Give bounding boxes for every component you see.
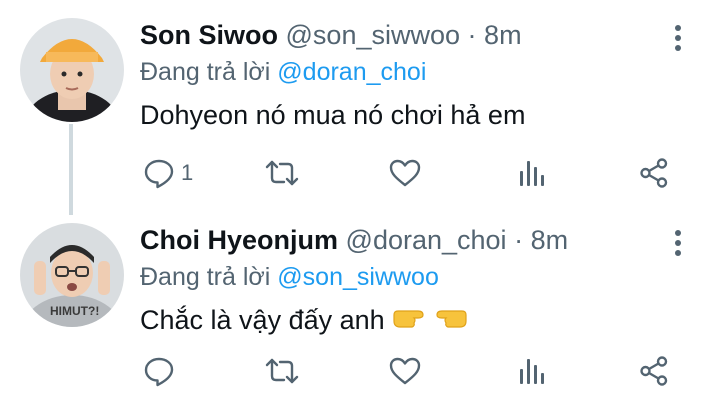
separator-dot: · <box>514 225 524 255</box>
display-name[interactable]: Choi Hyeonjum <box>140 225 338 255</box>
analytics-icon <box>515 355 547 387</box>
avatar[interactable] <box>20 18 124 122</box>
share-icon <box>638 157 670 189</box>
retweet-icon <box>263 157 301 189</box>
like-icon <box>388 157 422 189</box>
display-name[interactable]: Son Siwoo <box>140 20 278 50</box>
reply-context: Đang trả lời @son_siwwoo <box>140 263 439 292</box>
share-icon <box>638 355 670 387</box>
more-options-icon[interactable] <box>668 225 688 265</box>
svg-text:HIMUT?!: HIMUT?! <box>50 304 99 318</box>
analytics-icon <box>515 157 547 189</box>
like-button[interactable] <box>388 155 422 191</box>
reply-count: 1 <box>181 160 194 185</box>
tweet-header: Son Siwoo @son_siwwoo · 8m <box>140 20 522 51</box>
username-handle[interactable]: @doran_choi <box>346 225 507 255</box>
reply-button[interactable] <box>143 353 181 389</box>
reply-mention-link[interactable]: @doran_choi <box>277 58 426 86</box>
tweet-text: Chắc là vậy đấy anh <box>140 305 385 335</box>
tweet-actions: 1 <box>0 155 720 195</box>
tweet-text: Dohyeon nó mua nó chơi hả em <box>140 100 526 130</box>
share-button[interactable] <box>638 353 670 389</box>
reply-prefix: Đang trả lời <box>140 58 271 86</box>
retweet-button[interactable] <box>263 155 301 191</box>
separator-dot: · <box>467 20 477 50</box>
like-button[interactable] <box>388 353 422 389</box>
like-icon <box>388 355 422 387</box>
tweet-header: Choi Hyeonjum @doran_choi · 8m <box>140 225 568 256</box>
reply-icon <box>143 157 175 189</box>
analytics-button[interactable] <box>515 155 547 191</box>
tweet[interactable]: HIMUT?! Choi Hyeonjum @doran_choi · 8m Đ… <box>0 205 720 408</box>
more-options-icon[interactable] <box>668 20 688 60</box>
username-handle[interactable]: @son_siwwoo <box>286 20 461 50</box>
reply-mention-link[interactable]: @son_siwwoo <box>277 263 439 291</box>
reply-icon <box>143 355 175 387</box>
timestamp[interactable]: 8m <box>531 225 569 255</box>
reply-prefix: Đang trả lời <box>140 263 271 291</box>
reply-context: Đang trả lời @doran_choi <box>140 58 426 87</box>
tweet-text-container: Chắc là vậy đấy anh <box>140 305 468 338</box>
retweet-button[interactable] <box>263 353 301 389</box>
pointing-left-emoji <box>434 305 468 338</box>
share-button[interactable] <box>638 155 670 191</box>
reply-button[interactable]: 1 <box>143 155 193 191</box>
retweet-icon <box>263 355 301 387</box>
pointing-right-emoji <box>392 305 426 338</box>
tweet[interactable]: Son Siwoo @son_siwwoo · 8m Đang trả lời … <box>0 0 720 215</box>
tweet-actions <box>0 353 720 393</box>
timestamp[interactable]: 8m <box>484 20 522 50</box>
avatar[interactable]: HIMUT?! <box>20 223 124 327</box>
analytics-button[interactable] <box>515 353 547 389</box>
